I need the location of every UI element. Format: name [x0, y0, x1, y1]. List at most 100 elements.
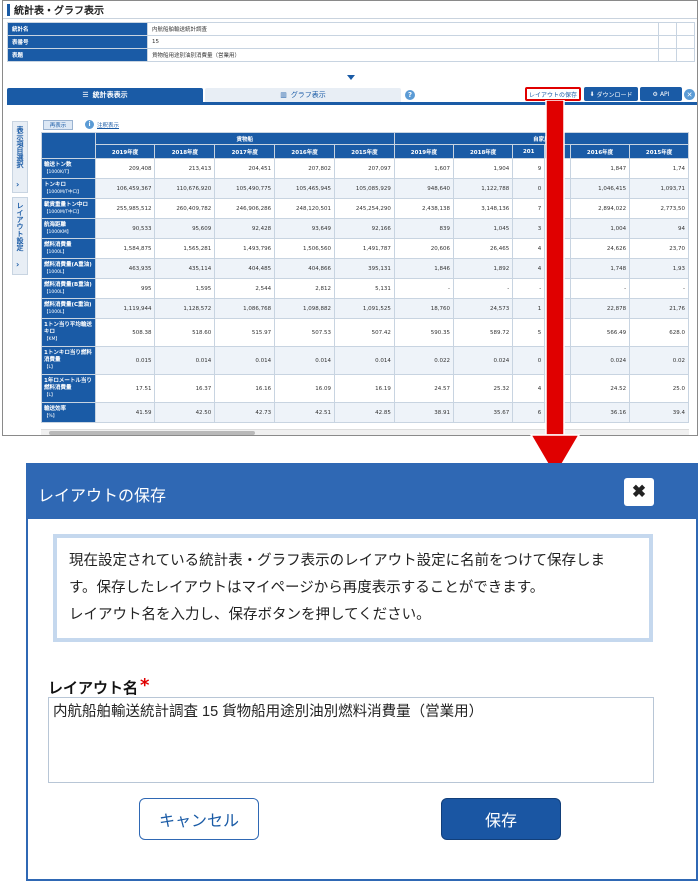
download-label: ダウンロード	[596, 91, 633, 99]
table-cell: 42.85	[334, 402, 395, 423]
table-row: 燃料消費量 【1000L】 1,584,875 1,565,281 1,493,796 1…	[41, 238, 689, 259]
info-extra-cell	[658, 22, 677, 36]
table-cell: 463,935	[94, 258, 156, 279]
table-cell: 204,451	[214, 158, 276, 179]
table-cell: 2,812	[274, 278, 335, 299]
table-cell: 41.59	[94, 402, 156, 423]
year-header: 2019年度	[393, 144, 455, 159]
table-row: 燃料消費量(A重油) 【1000L】 463,935 435,114 404,485 40…	[41, 258, 689, 279]
table-row: 輸送効率 【%】 41.59 42.50 42.73 42.51 42.85 38.91 35.…	[41, 402, 689, 423]
table-cell: 404,866	[274, 258, 335, 279]
title-accent-bar	[7, 3, 10, 16]
download-button[interactable]: ⬇ ダウンロード	[584, 87, 638, 101]
table-row: 1年ロメートル当り燃料消費量 【L】 17.51 16.37 16.16 16.09 16.…	[41, 374, 689, 403]
row-unit: 【L】	[44, 393, 56, 398]
cancel-button[interactable]: キャンセル	[139, 798, 259, 840]
notes-link[interactable]: 注釈表示	[97, 121, 119, 129]
table-cell: 17.51	[94, 374, 156, 403]
gear-icon: ⚙	[652, 90, 658, 98]
table-cell: 39.4	[629, 402, 689, 423]
table-cell: -	[453, 278, 514, 299]
row-header: 燃料消費量 【1000L】	[41, 238, 96, 259]
group-header: 貨物船	[94, 132, 395, 145]
info-row: 表題 貨物船用途別油別消費量（営業用）	[7, 48, 695, 62]
year-header: 2017年度	[214, 144, 276, 159]
table-cell: 515.97	[214, 318, 276, 347]
side-tab-item-select[interactable]: 表示項目選択 ›	[12, 121, 28, 193]
tab-table-view[interactable]: ☰ 統計表表示	[7, 88, 203, 102]
expand-arrow-icon[interactable]	[347, 75, 355, 80]
table-cell: 248,120,501	[274, 198, 335, 219]
side-panel: 表示項目選択 › レイアウト設定 ›	[12, 121, 28, 277]
row-unit: 【%】	[44, 413, 58, 419]
table-cell: 110,676,920	[154, 178, 216, 199]
header-corner	[41, 132, 96, 159]
stats-table-scroll[interactable]: 貨物船 自家用 2019年度 2018年度 2017年度 2016年度 2015年度 2019…	[41, 132, 689, 430]
layout-name-input[interactable]: 内航船舶輸送統計調査 15 貨物船用途別油別燃料消費量（営業用）	[48, 697, 654, 783]
layout-name-label: レイアウト名	[48, 680, 139, 697]
close-icon[interactable]: ✖	[624, 478, 654, 506]
table-cell: 18,760	[393, 298, 455, 319]
table-cell: 0.014	[334, 346, 395, 375]
message-line: す。保存したレイアウトはマイページから再度表示することができます。	[69, 580, 545, 596]
scrollbar-thumb[interactable]	[49, 431, 255, 435]
side-tab-layout-setting[interactable]: レイアウト設定 ›	[12, 197, 28, 275]
table-cell: 24.57	[393, 374, 455, 403]
table-cell: 1,086,768	[214, 298, 276, 319]
info-value: 貨物船用途別油別消費量（営業用）	[147, 48, 659, 62]
table-icon: ☰	[82, 91, 89, 99]
row-label: 燃料消費量(A重油)	[44, 261, 92, 268]
table-cell: 42.50	[154, 402, 216, 423]
table-cell: 1,93	[629, 258, 689, 279]
stat-info-table: 統計名 内航船舶輸送統計調査 表番号 15 表題 貨物船用途別油別消費量（営業用…	[7, 22, 695, 62]
table-cell: 1,565,281	[154, 238, 216, 259]
table-cell: 213,413	[154, 158, 216, 179]
api-button[interactable]: ⚙ API	[640, 87, 682, 101]
table-cell: -	[393, 278, 455, 299]
table-cell: 1,122,788	[453, 178, 514, 199]
table-cell: 209,408	[94, 158, 156, 179]
table-cell: 25.0	[629, 374, 689, 403]
table-cell: 1,093,71	[629, 178, 689, 199]
year-header: 2019年度	[94, 144, 156, 159]
bar-chart-icon: ▥	[280, 91, 287, 99]
tab-graph-view[interactable]: ▥ グラフ表示	[205, 88, 401, 102]
horizontal-scrollbar[interactable]	[41, 429, 689, 435]
table-row: 燃料消費量(C重油) 【1000L】 1,119,944 1,128,572 1,086…	[41, 298, 689, 319]
download-icon: ⬇	[589, 90, 595, 98]
row-header: 航海距離 【1000KM】	[41, 218, 96, 239]
layout-save-dialog: レイアウトの保存 ✖ 現在設定されている統計表・グラフ表示のレイアウト設定に名前…	[26, 463, 698, 881]
side-tab-layout-setting-label: レイアウト設定	[16, 202, 24, 251]
row-unit: 【1000L】	[44, 289, 67, 295]
row-unit: 【KM】	[44, 337, 60, 342]
table-cell: 207,802	[274, 158, 335, 179]
table-cell: 106,459,367	[94, 178, 156, 199]
table-cell: -	[629, 278, 689, 299]
save-button[interactable]: 保存	[441, 798, 561, 840]
collapse-icon[interactable]: ✕	[684, 89, 695, 100]
layout-save-button[interactable]: レイアウトの保存	[525, 87, 581, 101]
table-cell: 1,904	[453, 158, 514, 179]
chevron-right-icon: ›	[16, 260, 20, 269]
table-cell: 92,428	[214, 218, 276, 239]
table-row: 航海距離 【1000KM】 90,533 95,609 92,428 93,649 92,1…	[41, 218, 689, 239]
info-extra-cell	[676, 48, 695, 62]
table-cell: 435,114	[154, 258, 216, 279]
table-cell: 995	[94, 278, 156, 299]
table-cell: 105,085,929	[334, 178, 395, 199]
table-cell: 508.38	[94, 318, 156, 347]
table-cell: 1,091,525	[334, 298, 395, 319]
table-cell: 0.015	[94, 346, 156, 375]
info-extra-cell	[676, 22, 695, 36]
help-icon[interactable]: ?	[405, 90, 415, 100]
year-header: 2015年度	[629, 144, 689, 159]
table-cell: 21,76	[629, 298, 689, 319]
redisplay-button[interactable]: 再表示	[43, 120, 73, 130]
year-header: 2018年度	[453, 144, 514, 159]
table-cell: 90,533	[94, 218, 156, 239]
table-cell: 589.72	[453, 318, 514, 347]
table-cell: 507.53	[274, 318, 335, 347]
table-cell: 1,128,572	[154, 298, 216, 319]
table-cell: 95,609	[154, 218, 216, 239]
info-row: 表番号 15	[7, 35, 695, 49]
